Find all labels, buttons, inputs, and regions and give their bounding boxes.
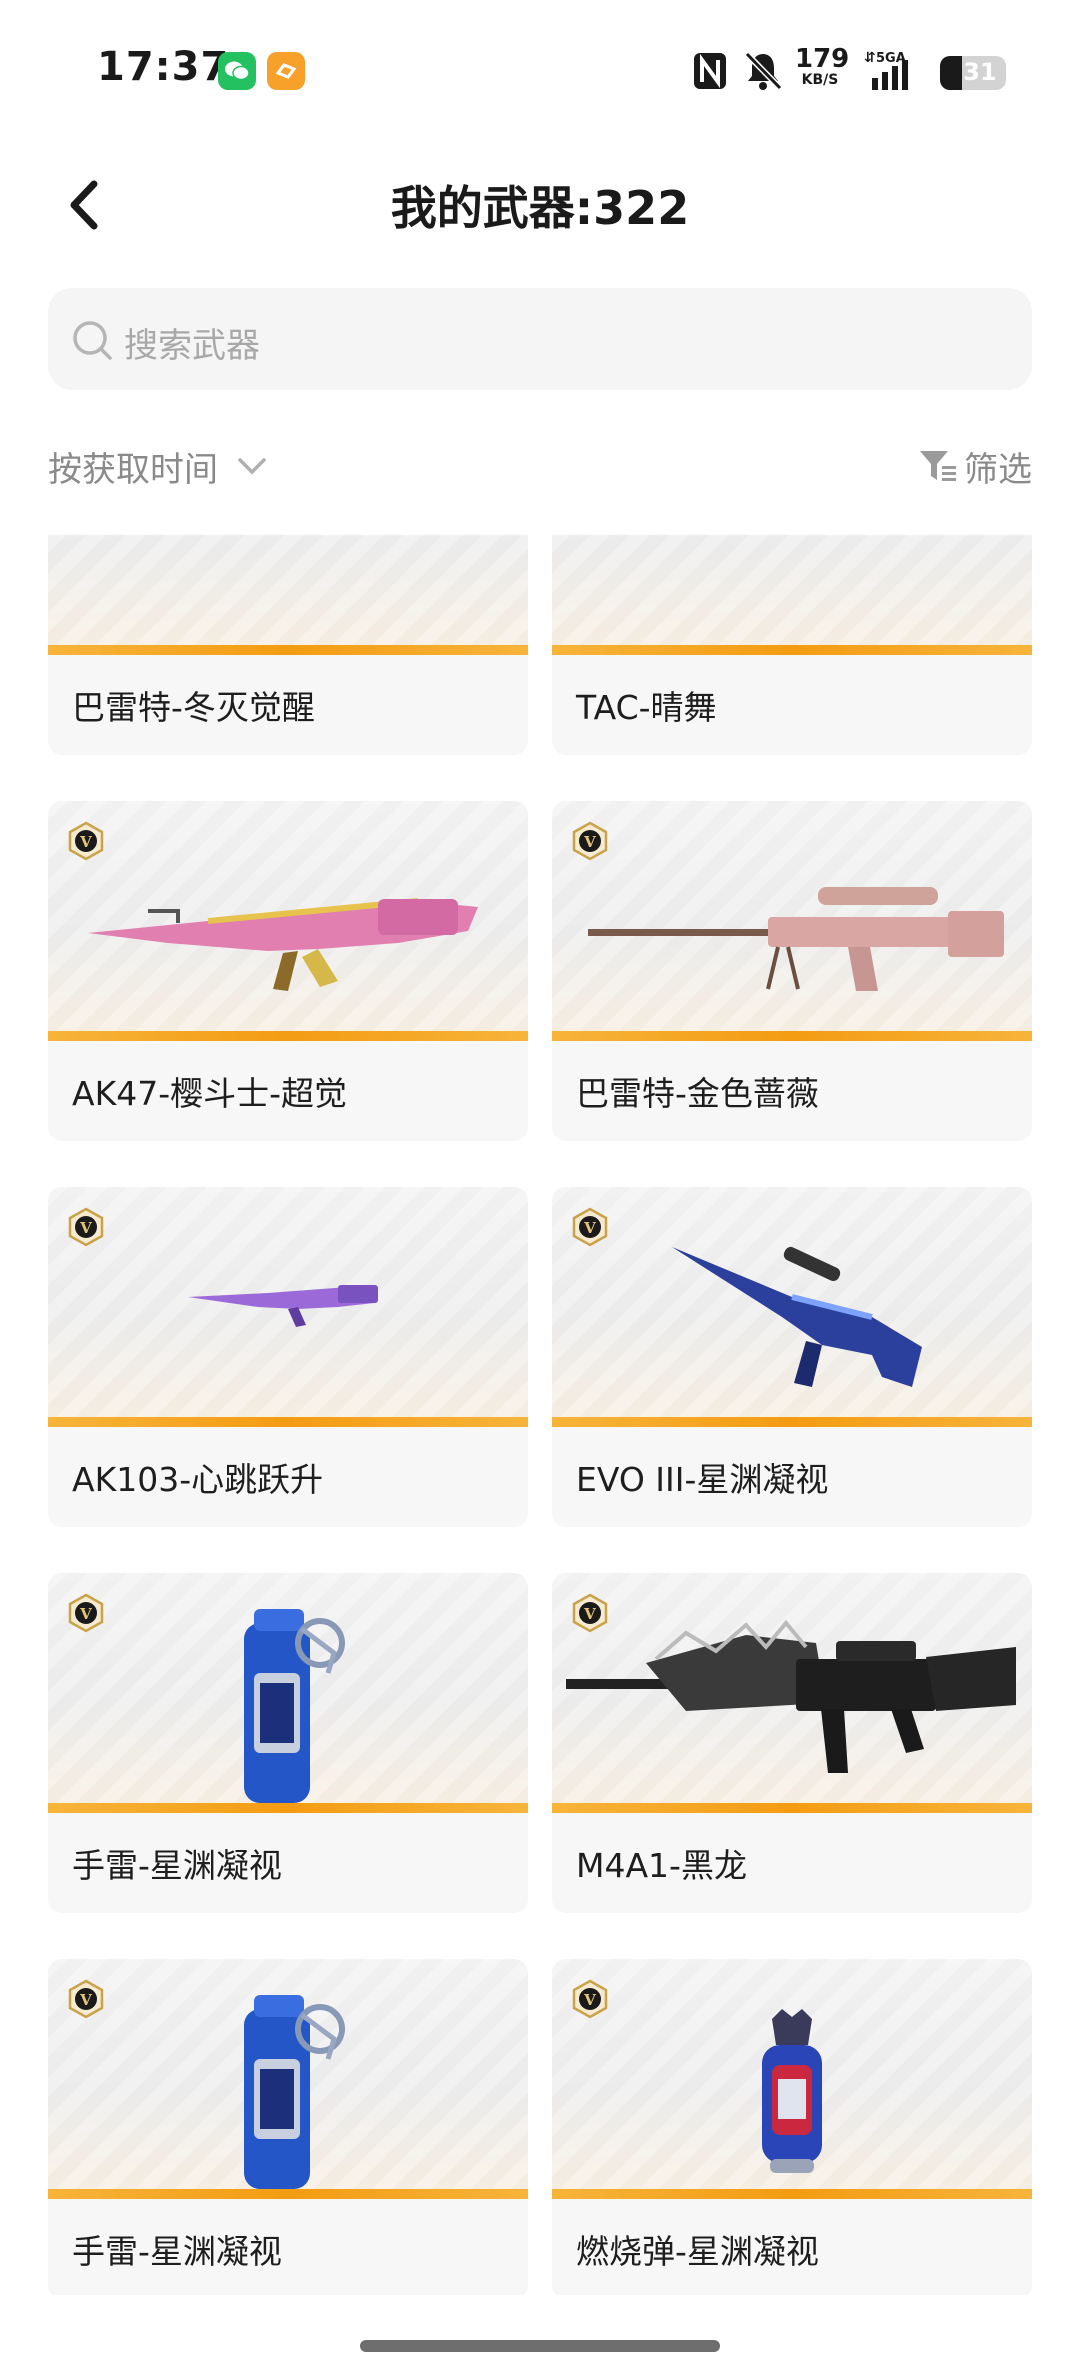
weapon-name: EVO III-星渊凝视 — [576, 1460, 829, 1499]
battery-indicator: 31 — [940, 56, 1006, 90]
weapon-card[interactable]: V 手雷-星渊凝视 — [48, 1959, 528, 2295]
weapon-image: V — [48, 801, 528, 1041]
weapon-name: 手雷-星渊凝视 — [72, 1846, 282, 1885]
vip-badge-icon: V — [68, 1207, 104, 1247]
vip-badge-icon: V — [572, 1979, 608, 2019]
vip-badge-icon: V — [68, 821, 104, 861]
svg-text:⇵: ⇵ — [864, 50, 876, 66]
weapon-name: 燃烧弹-星渊凝视 — [576, 2232, 819, 2271]
weapon-image: V — [48, 1573, 528, 1813]
network-speed: 179 KB/S — [795, 44, 850, 88]
weapon-card[interactable]: V 手雷-星渊凝视 — [48, 1573, 528, 1913]
mute-bell-icon — [744, 51, 783, 91]
vip-badge-icon: V — [68, 1593, 104, 1633]
wechat-icon — [218, 52, 256, 90]
app-notification-icon — [267, 52, 305, 90]
svg-text:V: V — [79, 833, 92, 851]
page-title: 我的武器:322 — [390, 181, 690, 235]
svg-text:5GA: 5GA — [876, 51, 906, 66]
svg-text:V: V — [79, 1219, 92, 1237]
filter-icon — [920, 451, 956, 481]
weapon-name: 手雷-星渊凝视 — [72, 2232, 282, 2271]
weapon-card[interactable]: V 燃烧弹-星渊凝视 — [552, 1959, 1032, 2295]
weapon-card[interactable]: V AK103-心跳跃升 — [48, 1187, 528, 1527]
vip-badge-icon: V — [572, 821, 608, 861]
nfc-icon — [694, 53, 726, 89]
weapon-image: V — [48, 1959, 528, 2199]
weapon-card[interactable]: V 巴雷特-金色蔷薇 — [552, 801, 1032, 1141]
weapon-image: V — [48, 1187, 528, 1427]
filter-label: 筛选 — [964, 450, 1032, 490]
svg-text:V: V — [79, 1605, 92, 1623]
weapon-card[interactable]: TAC-晴舞 — [552, 535, 1032, 755]
weapon-name: AK103-心跳跃升 — [72, 1460, 324, 1499]
status-bar: 17:37 179 KB/S ⇵ 5GA 31 — [0, 0, 1080, 140]
svg-text:V: V — [583, 1219, 596, 1237]
weapon-card[interactable]: V M4A1-黑龙 — [552, 1573, 1032, 1913]
sort-dropdown[interactable]: 按获取时间 — [48, 442, 266, 492]
status-time: 17:37 — [97, 44, 230, 90]
weapon-image — [48, 535, 528, 655]
vip-badge-icon: V — [68, 1979, 104, 2019]
svg-text:V: V — [583, 833, 596, 851]
sort-label: 按获取时间 — [48, 450, 218, 490]
weapon-image — [552, 535, 1032, 655]
weapon-image: V — [552, 801, 1032, 1041]
svg-text:V: V — [583, 1991, 596, 2009]
weapon-name: TAC-晴舞 — [576, 688, 717, 727]
weapon-name: AK47-樱斗士-超觉 — [72, 1074, 348, 1113]
weapon-image: V — [552, 1187, 1032, 1427]
svg-text:V: V — [79, 1991, 92, 2009]
search-icon — [73, 321, 112, 360]
weapon-image: V — [552, 1573, 1032, 1813]
home-indicator[interactable] — [360, 2340, 720, 2352]
weapon-card[interactable]: 巴雷特-冬灭觉醒 — [48, 535, 528, 755]
search-placeholder: 搜索武器 — [124, 326, 260, 366]
weapon-name: M4A1-黑龙 — [576, 1846, 747, 1885]
weapon-image: V — [552, 1959, 1032, 2199]
weapon-card[interactable]: V EVO III-星渊凝视 — [552, 1187, 1032, 1527]
weapon-card[interactable]: V AK47-樱斗士-超觉 — [48, 801, 528, 1141]
weapon-grid-viewport[interactable]: 巴雷特-冬灭觉醒 TAC-晴舞 V AK47-樱斗士-超觉 V 巴雷特-金色蔷薇… — [0, 535, 1080, 2295]
weapon-name: 巴雷特-金色蔷薇 — [576, 1074, 819, 1113]
search-input[interactable]: 搜索武器 — [48, 288, 1032, 390]
weapon-grid: 巴雷特-冬灭觉醒 TAC-晴舞 V AK47-樱斗士-超觉 V 巴雷特-金色蔷薇… — [48, 535, 1032, 2295]
signal-icon: ⇵ 5GA — [864, 50, 908, 90]
chevron-down-icon — [238, 458, 266, 475]
filter-button[interactable]: 筛选 — [918, 442, 1032, 492]
weapon-name: 巴雷特-冬灭觉醒 — [72, 688, 315, 727]
vip-badge-icon: V — [572, 1207, 608, 1247]
